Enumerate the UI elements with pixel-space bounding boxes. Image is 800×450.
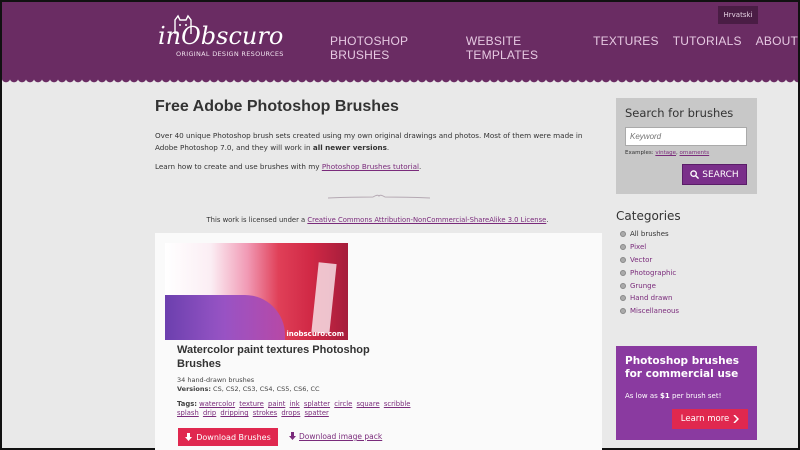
radio-dot-icon [620,269,626,276]
download-arrow-icon [289,432,296,440]
learn-suffix: . [419,162,422,171]
download-brushes-button[interactable]: Download Brushes [178,428,278,446]
commercial-promo: Photoshop brushes for commercial use As … [616,346,757,440]
promo-subtitle: As low as $1 per brush set! [625,392,721,400]
example-link-ornaments[interactable]: ornaments [680,150,710,156]
category-label: Vector [630,255,653,264]
page-title: Free Adobe Photoshop Brushes [155,98,399,115]
promo-price: $1 [660,392,670,400]
watercolor-purple-stroke [165,295,285,340]
category-label: Pixel [630,243,647,252]
category-item[interactable]: Grunge [620,279,679,292]
tutorial-link[interactable]: Photoshop Brushes tutorial [322,162,419,171]
download-brushes-label: Download Brushes [196,432,271,442]
download-arrow-icon [185,433,193,441]
nav-website-templates[interactable]: WEBSITE TEMPLATES [466,34,579,62]
tag-link[interactable]: spatter [305,409,329,417]
category-item[interactable]: Vector [620,254,679,267]
categories-title: Categories [616,209,681,223]
search-examples: Examples: vintage, ornaments [625,150,710,156]
category-label: Grunge [630,281,656,290]
category-label: Miscellaneous [630,307,680,316]
nav-textures[interactable]: TEXTURES [593,34,659,62]
learn-more-label: Learn more [680,414,730,424]
brush-card: inobscuro.com Watercolor paint textures … [155,233,602,450]
promo-title: Photoshop brushes for commercial use [625,355,739,380]
logo-tagline: ORIGINAL DESIGN RESOURCES [176,50,284,58]
tag-link[interactable]: square [356,400,379,408]
category-item[interactable]: Photographic [620,266,679,279]
brush-tags: Tags: watercolor texture paint ink splat… [177,400,417,418]
category-item[interactable]: Hand drawn [620,292,679,305]
brush-versions: Versions: CS, CS2, CS3, CS4, CS5, CS6, C… [177,385,320,393]
intro-text: Over 40 unique Photoshop brush sets crea… [155,130,600,154]
tag-link[interactable]: dripping [220,409,248,417]
main-nav: PHOTOSHOP BRUSHES WEBSITE TEMPLATES TEXT… [330,34,798,62]
license-prefix: This work is licensed under a [206,216,308,224]
tag-link[interactable]: circle [334,400,352,408]
radio-dot-icon [620,308,626,315]
category-item[interactable]: All brushes [620,228,679,241]
tag-link[interactable]: drip [203,409,216,417]
tag-link[interactable]: ink [290,400,300,408]
image-watermark: inobscuro.com [286,330,344,338]
search-input[interactable] [625,127,747,146]
language-switch[interactable]: Hrvatski [718,6,758,24]
search-title: Search for brushes [625,106,734,120]
learn-text: Learn how to create and use brushes with… [155,162,421,171]
category-label: All brushes [630,230,669,239]
brush-title[interactable]: Watercolor paint textures Photoshop Brus… [177,343,397,371]
category-item[interactable]: Pixel [620,241,679,254]
search-icon [690,170,700,179]
tag-link[interactable]: paint [268,400,285,408]
tag-link[interactable]: watercolor [199,400,235,408]
intro-text-end: . [386,143,390,152]
versions-value: CS, CS2, CS3, CS4, CS5, CS6, CC [213,385,320,393]
license-text: This work is licensed under a Creative C… [155,216,600,224]
categories-list: All brushes Pixel Vector Photographic Gr… [620,228,679,318]
tag-link[interactable]: texture [239,400,264,408]
promo-sub-suffix: per brush set! [669,392,722,400]
radio-dot-icon [620,231,626,238]
ornament-divider [328,194,430,199]
brush-count: 34 hand-drawn brushes [177,376,255,384]
tag-link[interactable]: strokes [253,409,277,417]
tags-label: Tags: [177,400,197,408]
tag-link[interactable]: splash [177,409,199,417]
search-panel: Search for brushes Examples: vintage, or… [616,98,757,194]
learn-more-button[interactable]: Learn more [672,409,748,429]
download-image-pack-link[interactable]: Download image pack [289,432,382,441]
category-item[interactable]: Miscellaneous [620,305,679,318]
category-label: Hand drawn [630,294,673,303]
search-button[interactable]: SEARCH [682,164,747,185]
radio-dot-icon [620,244,626,251]
intro-text-bold: all newer versions [312,143,387,152]
site-logo[interactable]: inObscuro ORIGINAL DESIGN RESOURCES [152,14,292,64]
tag-link[interactable]: drops [281,409,300,417]
radio-dot-icon [620,295,626,302]
license-suffix: . [546,216,549,224]
download-image-pack-label: Download image pack [299,432,383,441]
site-header: Hrvatski inObscuro ORIGINAL DESIGN RESOU… [2,2,798,84]
tag-link[interactable]: splatter [304,400,330,408]
chevron-right-icon [733,415,740,423]
example-link-vintage[interactable]: vintage [655,150,676,156]
logo-wordmark: inObscuro [158,22,284,50]
nav-tutorials[interactable]: TUTORIALS [673,34,742,62]
watercolor-light-streak [311,262,337,334]
search-button-label: SEARCH [702,169,739,180]
versions-label: Versions: [177,385,211,393]
nav-photoshop-brushes[interactable]: PHOTOSHOP BRUSHES [330,34,452,62]
tag-link[interactable]: scribble [384,400,411,408]
radio-dot-icon [620,282,626,289]
category-label: Photographic [630,268,677,277]
promo-sub-prefix: As low as [625,392,660,400]
brush-preview-image[interactable]: inobscuro.com [165,243,348,340]
nav-about[interactable]: ABOUT [756,34,798,62]
examples-label: Examples: [625,150,654,156]
license-link[interactable]: Creative Commons Attribution-NonCommerci… [307,216,546,224]
learn-prefix: Learn how to create and use brushes with… [155,162,322,171]
radio-dot-icon [620,256,626,263]
